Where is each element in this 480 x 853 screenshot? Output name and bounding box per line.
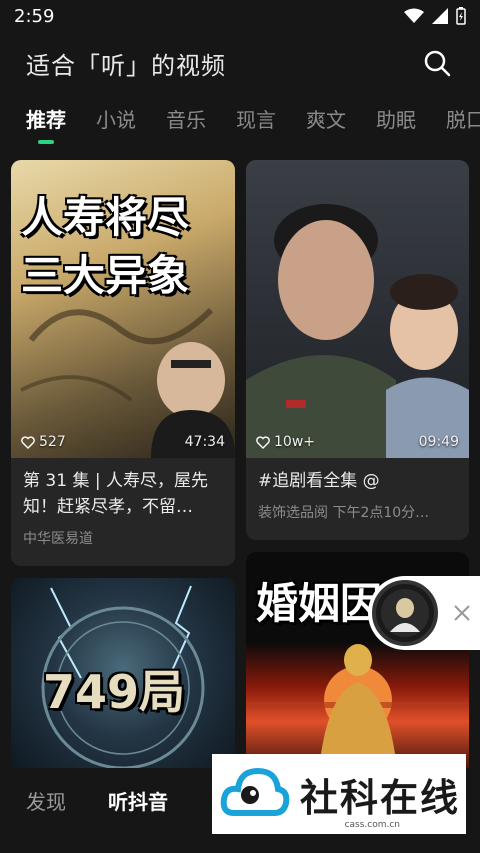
thumbnail-caption-line-1: 人寿将尽 (21, 193, 190, 242)
watermark-logo: 社科在线 cass.com.cn (212, 754, 466, 834)
video-thumbnail: 人寿将尽 三大异象 527 47:34 (11, 160, 235, 458)
tab-recommend[interactable]: 推荐 (26, 98, 66, 142)
status-bar: 2:59 (0, 0, 480, 32)
tab-sleep[interactable]: 助眠 (376, 98, 416, 142)
signal-icon (432, 8, 448, 24)
watermark-url: cass.com.cn (344, 820, 400, 830)
watermark-text: 社科在线 (300, 775, 461, 820)
heart-icon (256, 435, 270, 449)
nav-listen-douyin[interactable]: 听抖音 (108, 786, 168, 815)
battery-icon (456, 7, 466, 25)
tab-romance[interactable]: 现言 (236, 98, 276, 142)
cloud-logo-icon (220, 767, 290, 816)
tab-talkshow[interactable]: 脱口 (446, 98, 480, 142)
tab-cool-stories[interactable]: 爽文 (306, 98, 346, 142)
like-count-value: 10w+ (274, 434, 315, 450)
video-thumbnail: 10w+ 09:49 (246, 160, 469, 458)
category-tabs: 推荐 小说 音乐 现言 爽文 助眠 脱口 (0, 98, 480, 148)
tab-music[interactable]: 音乐 (166, 98, 206, 142)
close-icon (454, 605, 470, 621)
thumbnail-caption-line-2: 三大异象 (21, 251, 190, 300)
channel-name: 中华医易道 (23, 531, 93, 547)
like-count-value: 527 (39, 434, 66, 450)
status-time: 2:59 (14, 5, 55, 27)
home-indicator (0, 836, 480, 853)
thumbnail-stats: 527 47:34 (11, 434, 235, 450)
heart-icon (21, 435, 35, 449)
thumbnail-caption: 749局 (43, 665, 186, 719)
channel-name: 装饰选品阅 下午2点10分… (258, 505, 430, 521)
video-title: 第 31 集 | 人寿尽，屋先知！赶紧尽孝，不留… (23, 471, 208, 517)
thumbnail-art (246, 204, 469, 458)
nav-discover[interactable]: 发现 (26, 786, 66, 815)
video-thumbnail: 749局 (11, 578, 235, 778)
header: 适合「听」的视频 (0, 40, 480, 86)
video-card[interactable]: 749局 (11, 578, 235, 778)
floating-player[interactable] (368, 576, 480, 650)
video-title: #追剧看全集 @ (258, 471, 380, 491)
close-player-button[interactable] (450, 601, 474, 625)
video-duration: 47:34 (184, 434, 225, 450)
search-icon (424, 50, 451, 77)
page-title: 适合「听」的视频 (26, 51, 226, 80)
tab-novel[interactable]: 小说 (96, 98, 136, 142)
status-icons (404, 7, 466, 25)
like-count: 10w+ (256, 434, 315, 450)
video-duration: 09:49 (418, 434, 459, 450)
thumbnail-stats: 10w+ 09:49 (246, 434, 469, 450)
video-card[interactable]: 人寿将尽 三大异象 527 47:34 第 31 集 | 人寿尽，屋先知！赶紧尽… (11, 160, 235, 566)
video-card[interactable]: 10w+ 09:49 #追剧看全集 @ 装饰选品阅 下午2点10分… (246, 160, 469, 540)
wifi-icon (404, 8, 424, 23)
like-count: 527 (21, 434, 66, 450)
cover-art-icon (381, 589, 429, 637)
player-cover-avatar[interactable] (372, 580, 438, 646)
search-button[interactable] (420, 46, 454, 80)
